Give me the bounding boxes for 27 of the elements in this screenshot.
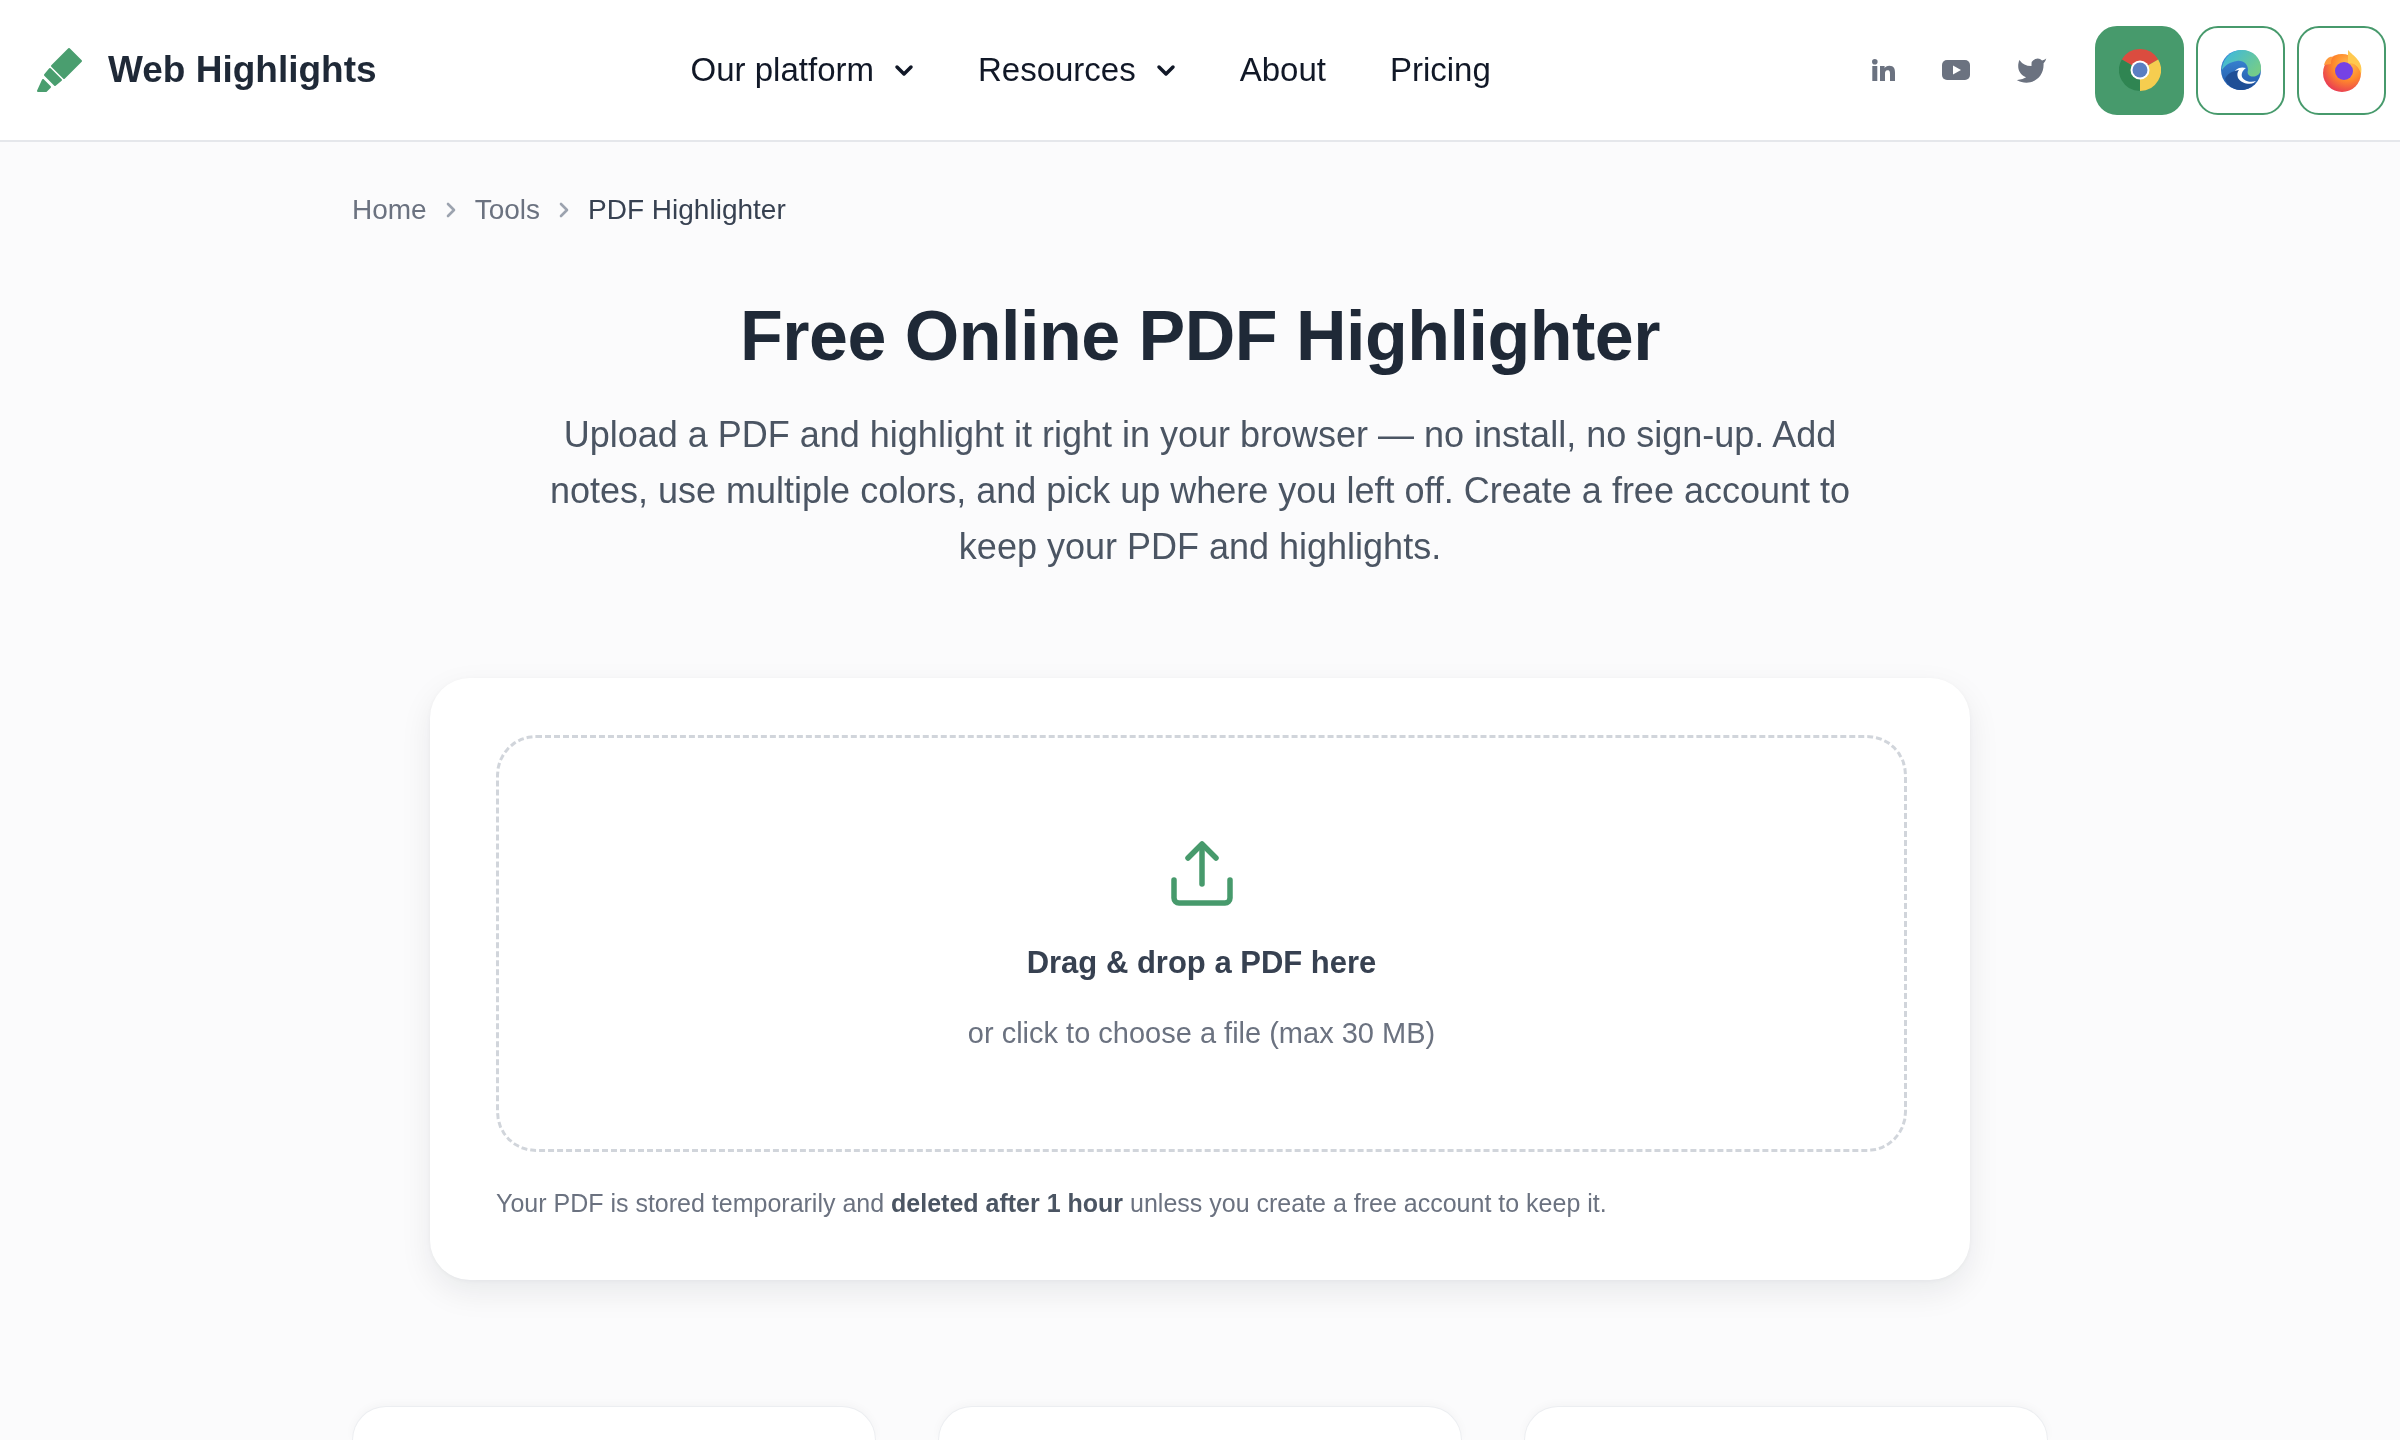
chrome-icon — [2118, 49, 2161, 91]
linkedin-icon[interactable] — [1872, 59, 1896, 81]
page-title: Free Online PDF Highlighter — [740, 296, 1660, 376]
edge-icon — [2218, 48, 2263, 92]
nav-link[interactable]: About — [1239, 50, 1326, 90]
nav-link[interactable]: Pricing — [1389, 50, 1491, 90]
chevron-right-icon — [558, 201, 571, 219]
youtube-icon[interactable] — [1942, 60, 1970, 80]
highlighter-icon — [36, 46, 84, 94]
breadcrumb-link[interactable]: Home — [352, 190, 427, 230]
chevron-down-icon — [1155, 63, 1176, 77]
nav-dropdown[interactable]: Our platform — [690, 50, 914, 90]
page-description: Upload a PDF and highlight it right in your browser — no install, no sign-up. Add notes, use multiple colors, and pick up where you left off. Create a free account to keep your PDF and highlights. — [548, 413, 1852, 569]
dropzone-heading: Drag & drop a PDF here — [1026, 944, 1377, 982]
chevron-down-icon — [893, 63, 914, 77]
breadcrumb-current-page: PDF Highlighter — [588, 193, 786, 227]
file-dropzone[interactable]: Drag & drop a PDF here or click to choose a file (max 30 MB) — [496, 735, 1907, 1152]
breadcrumb-link[interactable]: Tools — [474, 190, 541, 230]
nav-dropdown[interactable]: Resources — [977, 50, 1176, 90]
browser-extension-button[interactable] — [2196, 25, 2285, 115]
dropzone-hint: or click to choose a file (max 30 MB) — [967, 1016, 1436, 1051]
browser-extension-button[interactable] — [2095, 25, 2184, 115]
brand-name[interactable]: Web Highlights — [108, 49, 377, 91]
storage-note: Your PDF is stored temporarily and deleted after 1 hour unless you create a free account to keep it. — [496, 1188, 1608, 1218]
browser-extension-button[interactable] — [2297, 25, 2386, 115]
chevron-right-icon — [444, 201, 457, 219]
twitter-bird-icon[interactable] — [2016, 57, 2047, 83]
